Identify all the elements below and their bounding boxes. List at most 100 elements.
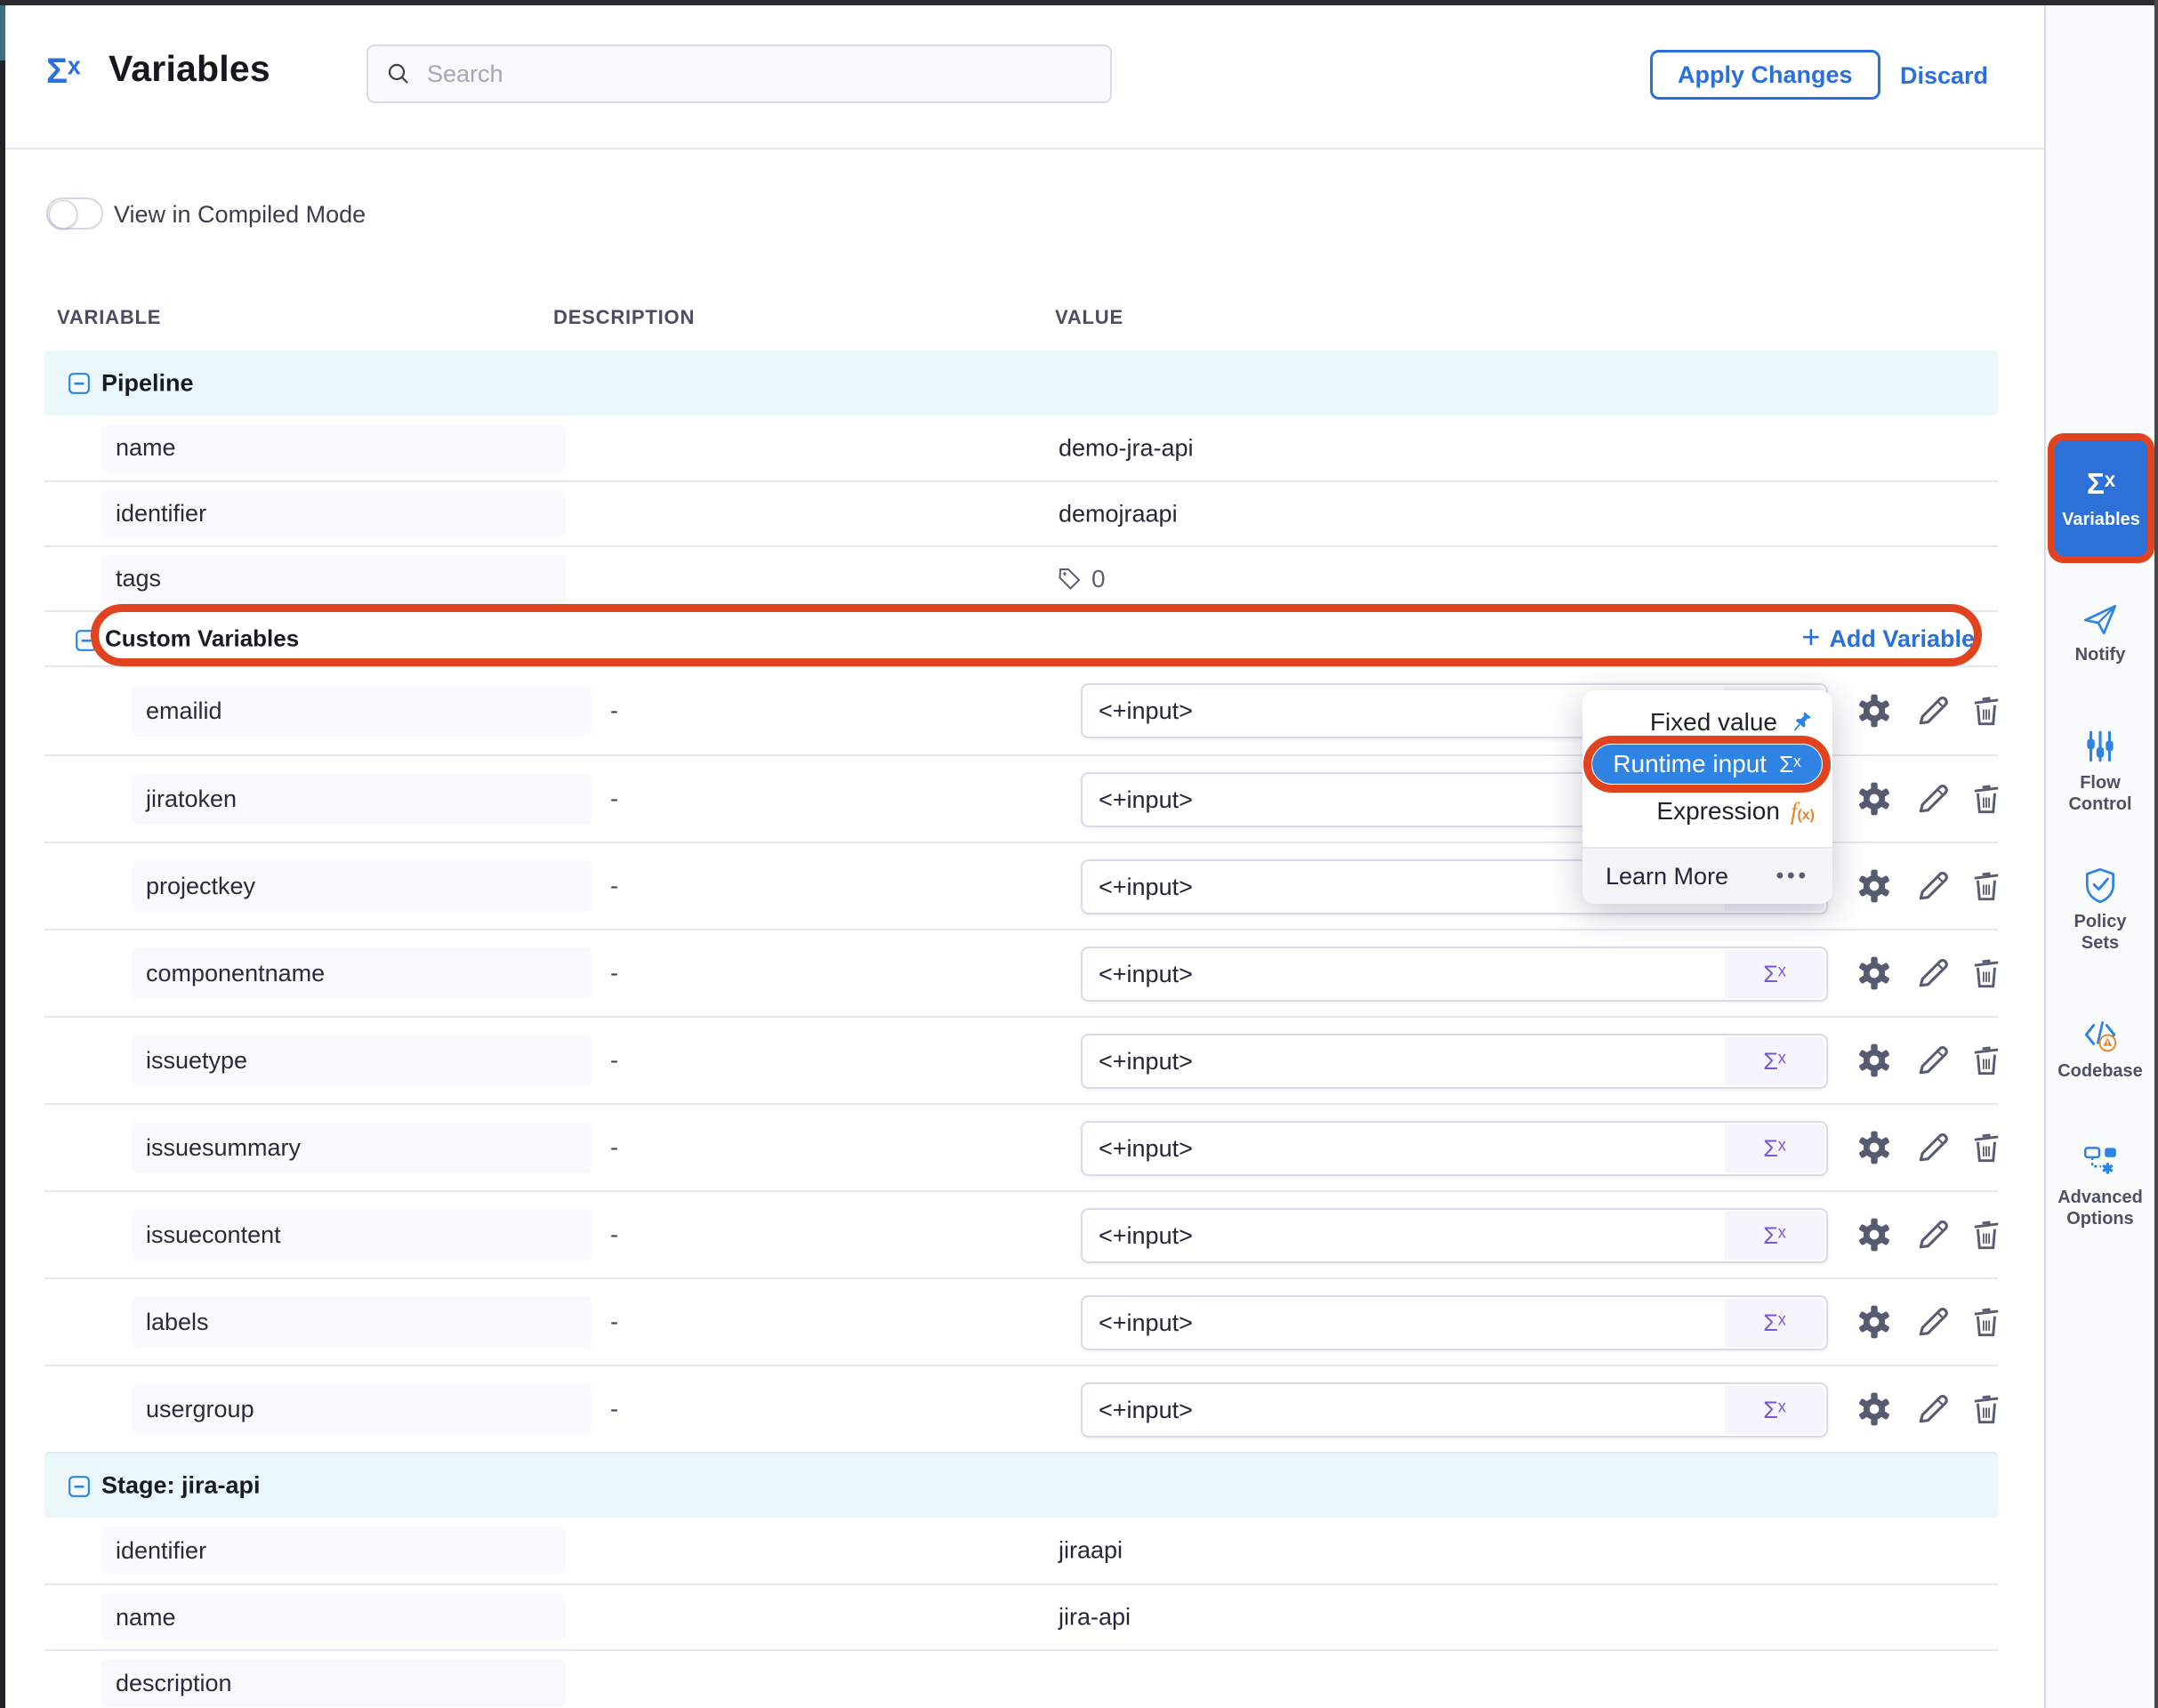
variable-value-input[interactable]: <+input> Σˣ: [1081, 1382, 1828, 1438]
variable-name-field[interactable]: usergroup: [132, 1383, 592, 1435]
delete-trash-icon[interactable]: [1967, 1215, 2006, 1254]
sidebar-item-variables[interactable]: Σˣ Variables: [2048, 433, 2154, 563]
settings-gear-icon[interactable]: [1855, 1128, 1894, 1167]
compiled-mode-toggle[interactable]: [46, 197, 103, 230]
settings-gear-icon[interactable]: [1855, 1390, 1894, 1429]
settings-gear-icon[interactable]: [1855, 954, 1894, 993]
variable-value-input[interactable]: <+input> Σˣ: [1081, 1295, 1828, 1350]
delete-trash-icon[interactable]: [1967, 1302, 2006, 1341]
menu-item-expression[interactable]: Expression f (x): [1582, 790, 1832, 833]
variable-name-field[interactable]: name: [101, 424, 566, 472]
runtime-input-value: <+input>: [1099, 1309, 1193, 1337]
apply-changes-button[interactable]: Apply Changes: [1650, 50, 1880, 100]
edit-pencil-icon[interactable]: [1913, 954, 1953, 993]
sidebar-item-codebase[interactable]: Codebase: [2044, 1014, 2156, 1082]
sidebar-item-advanced-options[interactable]: Advanced Options: [2044, 1140, 2156, 1229]
variable-value-input[interactable]: <+input> Σˣ: [1081, 1034, 1828, 1089]
fx-icon: f (x): [1791, 798, 1815, 826]
variable-name-field[interactable]: tags: [101, 555, 566, 603]
add-variable-button[interactable]: + Add Variable: [1801, 624, 1975, 653]
sidebar-item-notify[interactable]: Notify: [2044, 598, 2156, 665]
delete-trash-icon[interactable]: [1967, 1390, 2006, 1429]
search-box[interactable]: [366, 44, 1112, 103]
edit-pencil-icon[interactable]: [1913, 866, 1953, 906]
stage-identifier-value: jiraapi: [1059, 1537, 1123, 1565]
pipeline-section-title: Pipeline: [101, 369, 194, 397]
delete-trash-icon[interactable]: [1967, 954, 2006, 993]
settings-gear-icon[interactable]: [1855, 866, 1894, 906]
column-header-variable: VARIABLE: [57, 306, 161, 329]
variable-name-field[interactable]: projectkey: [132, 860, 592, 912]
settings-gear-icon[interactable]: [1855, 1302, 1894, 1341]
collapse-minus-icon[interactable]: [68, 372, 91, 395]
variable-name-field[interactable]: issuetype: [132, 1035, 592, 1086]
window-top-edge: [0, 0, 2158, 5]
fx-f: f: [1791, 798, 1798, 826]
variable-name-field[interactable]: componentname: [132, 947, 592, 999]
runtime-input-sigma-badge[interactable]: Σˣ: [1725, 1212, 1824, 1260]
variable-description: -: [610, 1221, 618, 1249]
variable-name-field[interactable]: jiratoken: [132, 773, 592, 825]
variable-name-field[interactable]: issuesummary: [132, 1122, 592, 1173]
runtime-input-value: <+input>: [1099, 874, 1193, 901]
collapse-minus-icon[interactable]: [75, 629, 98, 652]
runtime-input-sigma-badge[interactable]: Σˣ: [1725, 1037, 1824, 1085]
runtime-input-value: <+input>: [1099, 1397, 1193, 1424]
variable-value-input[interactable]: <+input> Σˣ: [1081, 947, 1828, 1002]
column-header-description: DESCRIPTION: [553, 306, 695, 329]
value-type-menu: Fixed value Runtime input Σˣ Expression …: [1582, 690, 1832, 904]
variable-name-field[interactable]: identifier: [101, 1527, 566, 1575]
edit-pencil-icon[interactable]: [1913, 1390, 1953, 1429]
search-input[interactable]: [425, 60, 1092, 89]
collapse-minus-icon[interactable]: [68, 1475, 91, 1498]
edit-pencil-icon[interactable]: [1913, 779, 1953, 818]
sidebar-item-policy-sets[interactable]: Policy Sets: [2044, 865, 2156, 954]
code-warning-icon: [2080, 1014, 2121, 1055]
delete-trash-icon[interactable]: [1967, 1041, 2006, 1080]
settings-gear-icon[interactable]: [1855, 1041, 1894, 1080]
pipeline-row-tags: tags 0: [44, 545, 1998, 610]
menu-item-fixed-value[interactable]: Fixed value: [1582, 701, 1832, 744]
variable-name-field[interactable]: issuecontent: [132, 1209, 592, 1261]
runtime-input-sigma-badge[interactable]: Σˣ: [1725, 950, 1824, 998]
delete-trash-icon[interactable]: [1967, 779, 2006, 818]
menu-footer: Learn More •••: [1582, 847, 1832, 904]
variable-name-field[interactable]: emailid: [132, 685, 592, 737]
edit-pencil-icon[interactable]: [1913, 1128, 1953, 1167]
more-options-dots-icon[interactable]: •••: [1776, 864, 1809, 889]
pipeline-row-name: name demo-jra-api: [44, 415, 1998, 480]
edit-pencil-icon[interactable]: [1913, 1215, 1953, 1254]
variable-description: -: [610, 1134, 618, 1162]
sidebar-item-label: Advanced Options: [2056, 1187, 2145, 1229]
variable-name-field[interactable]: identifier: [101, 490, 566, 538]
variable-name-field[interactable]: name: [101, 1593, 566, 1641]
edit-pencil-icon[interactable]: [1913, 1041, 1953, 1080]
delete-trash-icon[interactable]: [1967, 691, 2006, 730]
runtime-input-sigma-badge[interactable]: Σˣ: [1725, 1299, 1824, 1347]
runtime-input-sigma-badge[interactable]: Σˣ: [1725, 1124, 1824, 1172]
variable-name-field[interactable]: labels: [132, 1296, 592, 1348]
discard-button[interactable]: Discard: [1900, 62, 1988, 90]
delete-trash-icon[interactable]: [1967, 866, 2006, 906]
variable-name-field[interactable]: description: [101, 1659, 566, 1707]
settings-gear-icon[interactable]: [1855, 691, 1894, 730]
runtime-input-value: <+input>: [1099, 1222, 1193, 1250]
settings-gear-icon[interactable]: [1855, 779, 1894, 818]
settings-gear-icon[interactable]: [1855, 1215, 1894, 1254]
learn-more-link[interactable]: Learn More: [1606, 863, 1728, 890]
header-divider: [5, 148, 2044, 149]
variable-value-input[interactable]: <+input> Σˣ: [1081, 1208, 1828, 1263]
variable-value-input[interactable]: <+input> Σˣ: [1081, 1121, 1828, 1176]
edit-pencil-icon[interactable]: [1913, 691, 1953, 730]
variable-row-issuecontent: issuecontent - <+input> Σˣ: [44, 1190, 1998, 1277]
sidebar-item-flow-control[interactable]: Flow Control: [2044, 726, 2156, 815]
sidebar-item-label: Notify: [2056, 644, 2145, 665]
expression-label: Expression: [1656, 797, 1780, 826]
variable-row-labels: labels - <+input> Σˣ: [44, 1277, 1998, 1365]
edit-pencil-icon[interactable]: [1913, 1302, 1953, 1341]
delete-trash-icon[interactable]: [1967, 1128, 2006, 1167]
runtime-input-sigma-badge[interactable]: Σˣ: [1725, 1386, 1824, 1434]
fixed-value-label: Fixed value: [1650, 708, 1777, 737]
menu-item-runtime-input[interactable]: Runtime input Σˣ: [1592, 745, 1822, 784]
tags-value: 0: [1054, 565, 1106, 593]
